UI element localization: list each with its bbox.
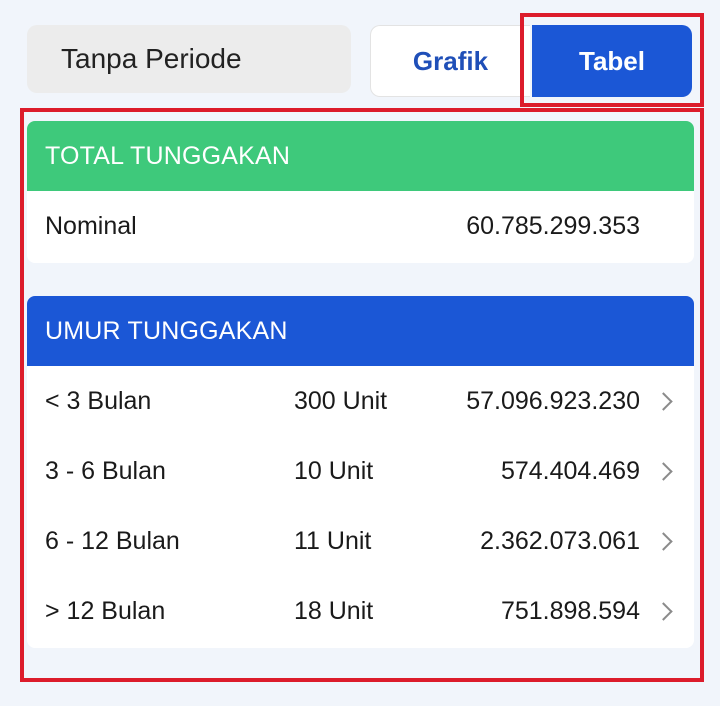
period-selector[interactable]: Tanpa Periode (27, 25, 351, 93)
tabs-highlight-box (520, 13, 704, 107)
period-label: Tanpa Periode (61, 43, 242, 74)
content-highlight-box (20, 108, 704, 682)
tab-grafik[interactable]: Grafik (370, 25, 530, 97)
tab-grafik-label: Grafik (412, 45, 489, 76)
